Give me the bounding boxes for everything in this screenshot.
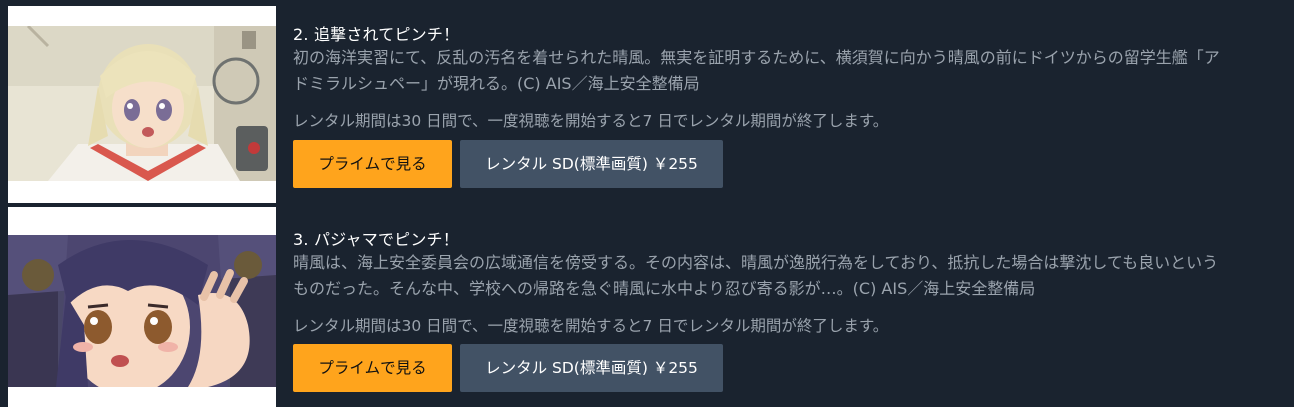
watch-with-prime-button[interactable]: プライムで見る: [293, 140, 452, 188]
episode-synopsis: 晴風は、海上安全委員会の広域通信を傍受する。その内容は、晴風が逸脱行為をしており…: [293, 250, 1283, 302]
episode-row: 2. 追撃されてピンチ！ 初の海洋実習にて、反乱の汚名を着せられた晴風。無実を証…: [0, 0, 1294, 204]
episode-thumbnail[interactable]: [8, 6, 276, 203]
rental-info: レンタル期間は30 日間で、一度視聴を開始すると7 日でレンタル期間が終了します…: [293, 317, 889, 335]
synopsis-line: 晴風は、海上安全委員会の広域通信を傍受する。その内容は、晴風が逸脱行為をしており…: [293, 253, 1219, 272]
episode-thumbnail[interactable]: [8, 207, 276, 407]
episode-row: 3. パジャマでピンチ！ 晴風は、海上安全委員会の広域通信を傍受する。その内容は…: [0, 204, 1294, 407]
episode-title[interactable]: 3. パジャマでピンチ！: [293, 226, 459, 250]
synopsis-line: ものだった。そんな中、学校への帰路を急ぐ晴風に水中より忍び寄る影が…。(C) A…: [293, 279, 1036, 298]
episode-title[interactable]: 2. 追撃されてピンチ！: [293, 21, 459, 45]
anime-girl-blonde-image: [8, 26, 276, 181]
watch-with-prime-button[interactable]: プライムで見る: [293, 344, 452, 392]
rental-info: レンタル期間は30 日間で、一度視聴を開始すると7 日でレンタル期間が終了します…: [293, 112, 889, 130]
rent-sd-button[interactable]: レンタル SD(標準画質) ￥255: [460, 344, 723, 392]
synopsis-line: 初の海洋実習にて、反乱の汚名を着せられた晴風。無実を証明するために、横須賀に向か…: [293, 48, 1220, 67]
anime-girl-purple-hair-image: [8, 235, 276, 387]
rent-sd-button[interactable]: レンタル SD(標準画質) ￥255: [460, 140, 723, 188]
episode-synopsis: 初の海洋実習にて、反乱の汚名を着せられた晴風。無実を証明するために、横須賀に向か…: [293, 45, 1283, 97]
synopsis-line: ドミラルシュペー」が現れる。(C) AIS／海上安全整備局: [293, 74, 700, 93]
